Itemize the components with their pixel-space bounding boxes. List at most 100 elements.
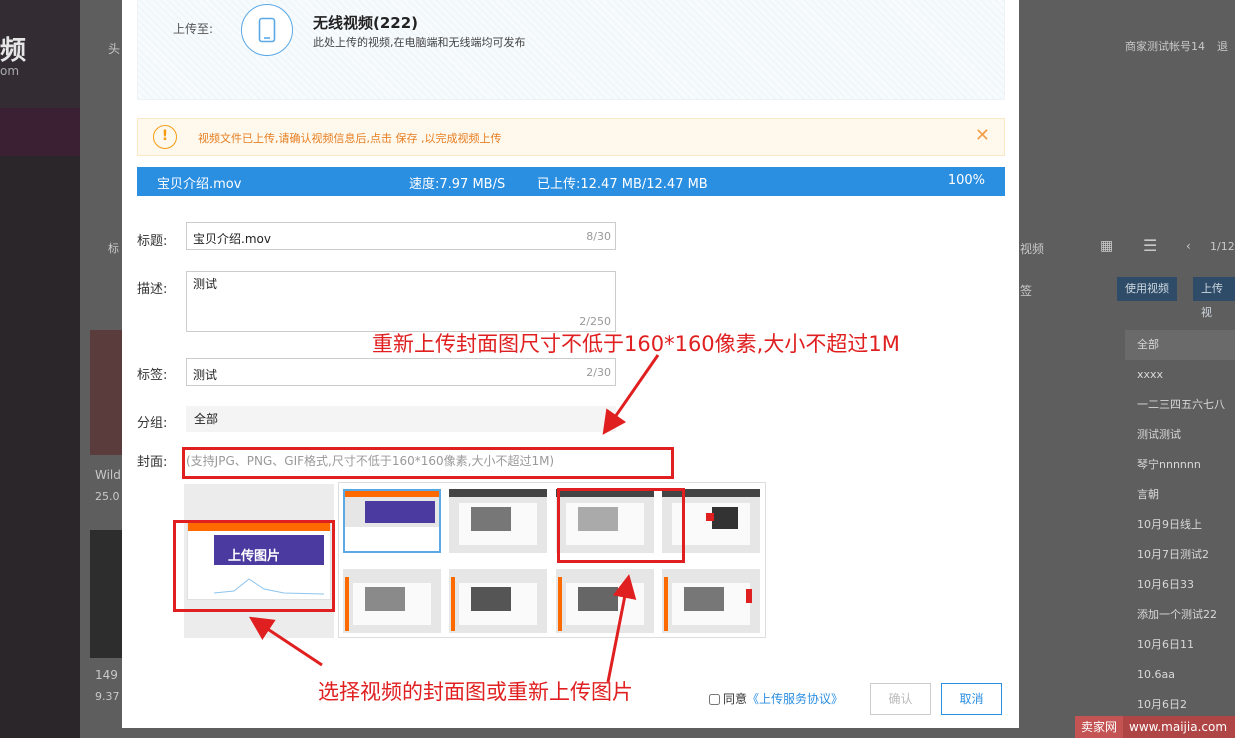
cover-thumbnail[interactable] <box>449 569 547 633</box>
annotation-box-hint <box>182 447 674 479</box>
upload-to-label: 上传至: <box>173 22 214 36</box>
background-label: 标 <box>108 242 119 255</box>
background-filter: 视频 <box>1020 242 1045 256</box>
thumb-header <box>345 491 439 497</box>
agree-checkbox[interactable] <box>709 694 720 705</box>
cover-thumbnail[interactable] <box>556 569 654 633</box>
channel-title: 无线视频(222) <box>313 14 419 32</box>
thumb-image <box>712 507 738 529</box>
agreement-link[interactable]: 《上传服务协议》 <box>747 692 843 706</box>
title-value: 宝贝介绍.mov <box>193 232 271 246</box>
tags-value: 测试 <box>193 368 218 382</box>
cover-thumbnail[interactable] <box>343 489 441 553</box>
thumb-image <box>471 587 511 611</box>
thumb-image <box>684 587 724 611</box>
grid-view-icon: ▦ <box>1100 238 1114 254</box>
thumb-strip <box>451 577 455 631</box>
progress-percent: 100% <box>947 173 985 188</box>
background-logo-sub: om <box>0 64 20 78</box>
background-category-item: xxxx <box>1137 368 1164 381</box>
annotation-box-upload <box>173 520 335 612</box>
background-nav-item: 头 <box>108 42 121 56</box>
thumb-banner <box>365 501 435 523</box>
thumb-body <box>345 527 439 551</box>
background-category-item: 测试测试 <box>1137 428 1181 441</box>
background-category-list: 全部 xxxx 一二三四五六七八 测试测试琴宁nnnnnn 言朝 10月9日线上 10月7日… <box>1125 330 1235 720</box>
notice-text: 视频文件已上传,请确认视频信息后,点击 保存 ,以完成视频上传 <box>198 132 502 145</box>
progress-speed: 速度:7.97 MB/S <box>409 177 506 192</box>
background-search: 签 <box>1020 284 1033 298</box>
cover-label: 封面: <box>137 455 168 470</box>
thumb-image <box>578 587 618 611</box>
background-sidebar-active <box>0 108 80 156</box>
channel-area: 上传至: 无线视频(222) 此处上传的视频,在电脑端和无线端均可发布 <box>137 0 1005 100</box>
thumb-image <box>365 587 405 611</box>
watermark: 卖家网 www.maijia.com <box>1075 716 1235 738</box>
title-field[interactable]: 宝贝介绍.mov 8/30 <box>186 222 616 250</box>
progress-filename: 宝贝介绍.mov <box>157 177 242 192</box>
chevron-left-icon: ‹ <box>1186 239 1191 253</box>
agreement-row: 同意《上传服务协议》 <box>709 690 843 707</box>
background-category-item: 10月7日测试2 <box>1137 548 1209 561</box>
tags-field[interactable]: 测试 2/30 <box>186 358 616 386</box>
background-category-item: 10月9日线上 <box>1137 518 1202 531</box>
cancel-button[interactable]: 取消 <box>941 683 1002 715</box>
background-category-item: 10.6aa <box>1137 668 1175 681</box>
warning-icon: ! <box>153 125 177 149</box>
upload-progress-bar: 宝贝介绍.mov 速度:7.97 MB/S 已上传:12.47 MB/12.47… <box>137 167 1005 196</box>
background-card-title: 149 <box>95 668 118 682</box>
background-category-item: 全部 <box>1125 330 1235 360</box>
background-logo: 频 <box>0 36 27 66</box>
title-counter: 8/30 <box>586 230 611 243</box>
background-category-item: 10月6日11 <box>1137 638 1194 651</box>
background-logout: 退 <box>1217 40 1228 53</box>
background-account: 商家测试帐号14 <box>1125 40 1205 53</box>
background-category-item: 言朝 <box>1137 488 1159 501</box>
cover-thumbnail-grid <box>338 482 766 638</box>
background-category-item: 一二三四五六七八 <box>1137 398 1225 411</box>
background-card-date: 9.37 <box>95 690 120 703</box>
progress-uploaded: 已上传:12.47 MB/12.47 MB <box>537 177 708 192</box>
description-field[interactable]: 测试 2/250 <box>186 271 616 332</box>
thumb-bar <box>449 489 547 497</box>
thumb-strip <box>558 577 562 631</box>
close-icon[interactable]: ✕ <box>975 126 990 146</box>
background-card-date: 25.0 <box>95 490 120 503</box>
background-upload-button: 上传视 <box>1193 277 1235 319</box>
description-value: 测试 <box>193 277 218 291</box>
list-view-icon: ☰ <box>1143 236 1158 255</box>
thumb-image <box>471 507 511 531</box>
watermark-brand: 卖家网 <box>1075 716 1124 738</box>
thumb-strip <box>345 577 349 631</box>
cover-thumbnail[interactable] <box>449 489 547 553</box>
background-pager: 1/12 <box>1210 240 1235 253</box>
mobile-phone-icon <box>241 4 293 56</box>
background-category-item: 10月6日33 <box>1137 578 1194 591</box>
channel-description: 此处上传的视频,在电脑端和无线端均可发布 <box>313 36 526 49</box>
confirm-button[interactable]: 确认 <box>870 683 931 715</box>
description-label: 描述: <box>137 282 168 297</box>
annotation-bottom-note: 选择视频的封面图或重新上传图片 <box>318 680 633 704</box>
background-card-title: Wild <box>95 468 121 482</box>
group-select[interactable]: 全部 <box>186 406 616 432</box>
cover-thumbnail[interactable] <box>343 569 441 633</box>
thumb-badge <box>746 589 752 603</box>
tags-counter: 2/30 <box>586 366 611 379</box>
tags-label: 标签: <box>137 368 168 383</box>
upload-notice: ! 视频文件已上传,请确认视频信息后,点击 保存 ,以完成视频上传 ✕ <box>137 118 1005 156</box>
description-counter: 2/250 <box>579 315 611 328</box>
thumb-badge <box>706 513 714 521</box>
title-label: 标题: <box>137 234 168 249</box>
background-category-item: 琴宁nnnnnn <box>1137 458 1201 471</box>
background-use-video-button: 使用视频 <box>1117 277 1177 301</box>
upload-video-dialog: 上传至: 无线视频(222) 此处上传的视频,在电脑端和无线端均可发布 ! 视频… <box>122 0 1019 728</box>
annotation-top-note: 重新上传封面图尺寸不低于160*160像素,大小不超过1M <box>372 332 900 356</box>
annotation-box-thumbnail <box>557 488 685 563</box>
background-thumb <box>90 530 122 658</box>
group-label: 分组: <box>137 416 168 431</box>
background-category-item: 添加一个测试22 <box>1137 608 1217 621</box>
watermark-url: www.maijia.com <box>1129 720 1228 734</box>
background-thumb <box>90 330 122 455</box>
agree-label: 同意 <box>723 692 748 706</box>
cover-thumbnail[interactable] <box>662 569 760 633</box>
